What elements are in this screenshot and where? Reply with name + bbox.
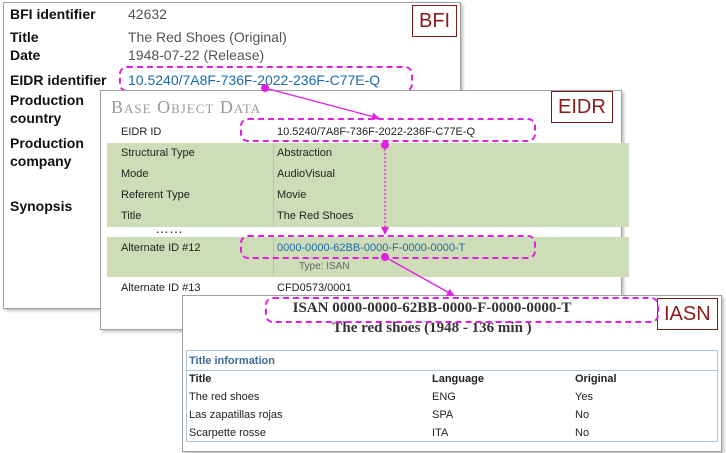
iasn-col-title: Title — [189, 373, 212, 385]
bfi-label-company: Production company — [10, 135, 84, 169]
eidr-ellipsis: …… — [155, 220, 183, 236]
eidr-section-title: Base Object Data — [111, 97, 262, 117]
bfi-label-country: Production country — [10, 92, 84, 126]
bfi-label-identifier: BFI identifier — [10, 6, 96, 22]
eidr-tag: EIDR — [551, 91, 613, 123]
iasn-row-1-title: The red shoes — [189, 391, 260, 403]
iasn-title-information-box: Title information Title Language Origina… — [186, 350, 718, 442]
iasn-row-2-language: SPA — [432, 409, 454, 421]
iasn-row-1-language: ENG — [432, 391, 456, 403]
iasn-row-3-original: No — [575, 427, 590, 439]
bfi-label-eidr: EIDR identifier — [10, 72, 107, 88]
eidr-value-structural: Abstraction — [277, 147, 333, 159]
eidr-value-alt13: CFD0573/0001 — [277, 282, 352, 294]
bfi-value-date: 1948-07-22 (Release) — [128, 47, 265, 63]
bfi-label-synopsis: Synopsis — [10, 198, 73, 214]
eidr-value-referent: Movie — [277, 189, 307, 201]
iasn-col-original: Original — [575, 373, 617, 385]
eidr-key-alt13: Alternate ID #13 — [121, 282, 201, 294]
eidr-id-highlight — [240, 118, 536, 142]
eidr-row-title: Title The Red Shoes — [107, 206, 629, 227]
bfi-value-title: The Red Shoes (Original) — [128, 29, 287, 45]
bfi-label-date: Date — [10, 47, 41, 63]
iasn-row-1-original: Yes — [575, 391, 593, 403]
eidr-key-structural: Structural Type — [121, 147, 195, 159]
eidr-key-id: EIDR ID — [121, 126, 162, 138]
iasn-col-language: Language — [432, 373, 484, 385]
iasn-row-2-original: No — [575, 409, 590, 421]
eidr-key-mode: Mode — [121, 168, 149, 180]
bfi-value-identifier: 42632 — [128, 6, 167, 22]
bfi-eidr-highlight — [119, 66, 413, 92]
iasn-row-3-title: Scarpette rosse — [189, 427, 267, 439]
iasn-row-3-language: ITA — [432, 427, 449, 439]
eidr-key-title: Title — [121, 210, 142, 222]
eidr-row-referent: Referent Type Movie — [107, 185, 629, 206]
eidr-key-alt12: Alternate ID #12 — [121, 242, 201, 254]
eidr-row-structural-type: Structural Type Abstraction — [107, 143, 629, 164]
iasn-section-title: Title information — [189, 355, 275, 367]
eidr-alt12-highlight — [240, 235, 536, 259]
eidr-key-referent: Referent Type — [121, 189, 190, 201]
eidr-alt12-type: Type: ISAN — [299, 261, 350, 272]
bfi-label-title: Title — [10, 29, 39, 45]
eidr-value-title: The Red Shoes — [277, 210, 354, 222]
eidr-value-mode: AudioVisual — [277, 168, 335, 180]
iasn-isan-highlight — [265, 297, 659, 323]
bfi-tag: BFI — [412, 5, 458, 37]
eidr-row-mode: Mode AudioVisual — [107, 164, 629, 185]
iasn-row-2-title: Las zapatillas rojas — [189, 409, 283, 421]
